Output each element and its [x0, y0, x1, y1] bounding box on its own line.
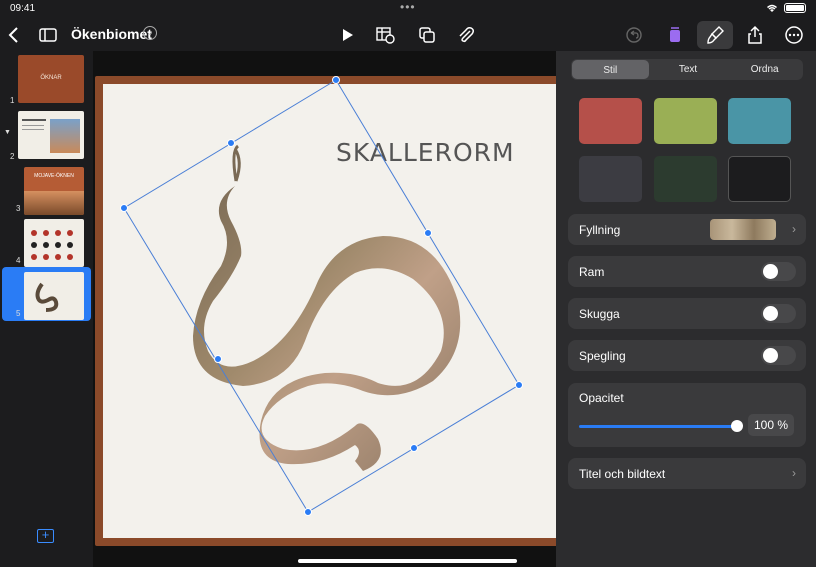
document-title[interactable]: Ökenbiomet — [71, 26, 152, 42]
opacity-row: Opacitet 100 % — [568, 383, 806, 447]
slide-thumbnail-title: MOJAVE-ÖKNEN — [34, 173, 74, 179]
shadow-label: Skugga — [579, 307, 620, 321]
multitasking-dots[interactable]: ••• — [400, 0, 416, 14]
slide-thumbnail-title: ÖKNAR — [40, 75, 62, 81]
slide-number: 2 — [10, 152, 15, 161]
style-swatch-dark-gray[interactable] — [579, 156, 642, 202]
style-swatch-green[interactable] — [654, 98, 717, 144]
status-bar: 09:41 ••• — [0, 0, 816, 16]
sidebar-toggle-button[interactable] — [34, 21, 62, 49]
animal-icons-thumbnail — [31, 230, 73, 260]
shapes-icon — [419, 27, 435, 43]
insert-media-button[interactable] — [452, 21, 480, 49]
battery-icon — [784, 3, 806, 13]
style-swatch-red[interactable] — [579, 98, 642, 144]
chevron-right-icon: › — [792, 222, 796, 236]
tab-style[interactable]: Stil — [572, 60, 649, 79]
border-label: Ram — [579, 265, 605, 279]
slide-thumbnail-1[interactable]: ÖKNAR — [18, 55, 84, 103]
caption-row[interactable]: Titel och bildtext › — [568, 458, 806, 489]
paperclip-icon — [459, 27, 475, 43]
slide-number: 5 — [16, 309, 21, 318]
slide-number: 3 — [16, 204, 21, 213]
slide-number: 4 — [16, 256, 21, 265]
reflection-row: Spegling — [568, 340, 806, 371]
opacity-value-field[interactable]: 100 % — [748, 414, 794, 436]
collapse-triangle-icon[interactable]: ▼ — [4, 129, 11, 136]
format-button[interactable] — [697, 21, 733, 49]
format-inspector: Stil Text Ordna Fyllning › Ram Skugga Sp… — [556, 51, 816, 567]
more-button[interactable] — [780, 21, 808, 49]
share-icon — [748, 25, 762, 44]
title-menu-chevron-icon[interactable]: ⌄ — [143, 26, 157, 40]
fill-label: Fyllning — [579, 223, 621, 237]
chevron-right-icon: › — [792, 466, 796, 480]
border-toggle[interactable] — [761, 262, 796, 281]
home-indicator[interactable] — [298, 559, 517, 563]
insert-shape-button[interactable] — [413, 21, 441, 49]
status-time: 09:41 — [10, 3, 36, 14]
undo-icon — [626, 27, 642, 43]
snake-thumbnail — [35, 282, 59, 312]
thumbnail-text-line — [22, 119, 46, 121]
toolbar: Ökenbiomet ⌄ — [0, 17, 816, 51]
border-row: Ram — [568, 256, 806, 287]
snake-shape — [193, 186, 461, 471]
play-button[interactable] — [333, 21, 361, 49]
opacity-slider-track[interactable] — [579, 425, 737, 428]
reflection-label: Spegling — [579, 349, 626, 363]
opacity-slider-knob[interactable] — [731, 420, 743, 432]
undo-button[interactable] — [620, 21, 648, 49]
fill-image-preview — [710, 219, 776, 240]
slide-number: 1 — [10, 96, 15, 105]
style-swatch-dark-green[interactable] — [654, 156, 717, 202]
sidebar-icon — [39, 28, 57, 42]
slide-navigator: 1 ÖKNAR ▼ 2 3 MOJAVE-ÖKNEN 4 5 + — [0, 51, 93, 567]
wifi-icon — [767, 4, 777, 12]
insert-table-button[interactable] — [371, 21, 399, 49]
snake-image[interactable] — [93, 51, 556, 567]
share-button[interactable] — [741, 21, 769, 49]
style-swatch-none[interactable] — [728, 156, 791, 202]
inspector-tabs: Stil Text Ordna — [571, 59, 803, 80]
animate-button[interactable] — [661, 21, 689, 49]
slide-thumbnail-5[interactable] — [24, 272, 84, 320]
style-swatch-teal[interactable] — [728, 98, 791, 144]
thumbnail-photo — [24, 191, 84, 215]
shadow-toggle[interactable] — [761, 304, 796, 323]
back-button[interactable] — [0, 21, 28, 49]
thumbnail-photo — [50, 119, 80, 153]
caption-label: Titel och bildtext — [579, 467, 666, 481]
chevron-left-icon — [8, 27, 18, 43]
ellipsis-circle-icon — [785, 26, 803, 44]
add-slide-button[interactable]: + — [37, 528, 54, 543]
thumbnail-text-line — [22, 129, 44, 130]
table-icon — [376, 27, 395, 44]
paintbrush-icon — [707, 26, 724, 44]
shadow-row: Skugga — [568, 298, 806, 329]
slide-thumbnail-4[interactable] — [24, 219, 84, 267]
animate-icon — [670, 27, 680, 42]
slide-thumbnail-3[interactable]: MOJAVE-ÖKNEN — [24, 167, 84, 215]
tab-arrange[interactable]: Ordna — [726, 59, 803, 80]
slide-thumbnail-2[interactable] — [18, 111, 84, 159]
opacity-label: Opacitet — [579, 391, 624, 405]
tab-text[interactable]: Text — [650, 59, 727, 80]
slide-canvas[interactable]: SKALLERORM — [93, 51, 565, 567]
reflection-toggle[interactable] — [761, 346, 796, 365]
play-icon — [343, 29, 353, 41]
fill-row[interactable]: Fyllning › — [568, 214, 806, 245]
thumbnail-text-line — [22, 125, 44, 126]
snake-rattle — [232, 144, 241, 182]
status-icons — [766, 3, 806, 13]
